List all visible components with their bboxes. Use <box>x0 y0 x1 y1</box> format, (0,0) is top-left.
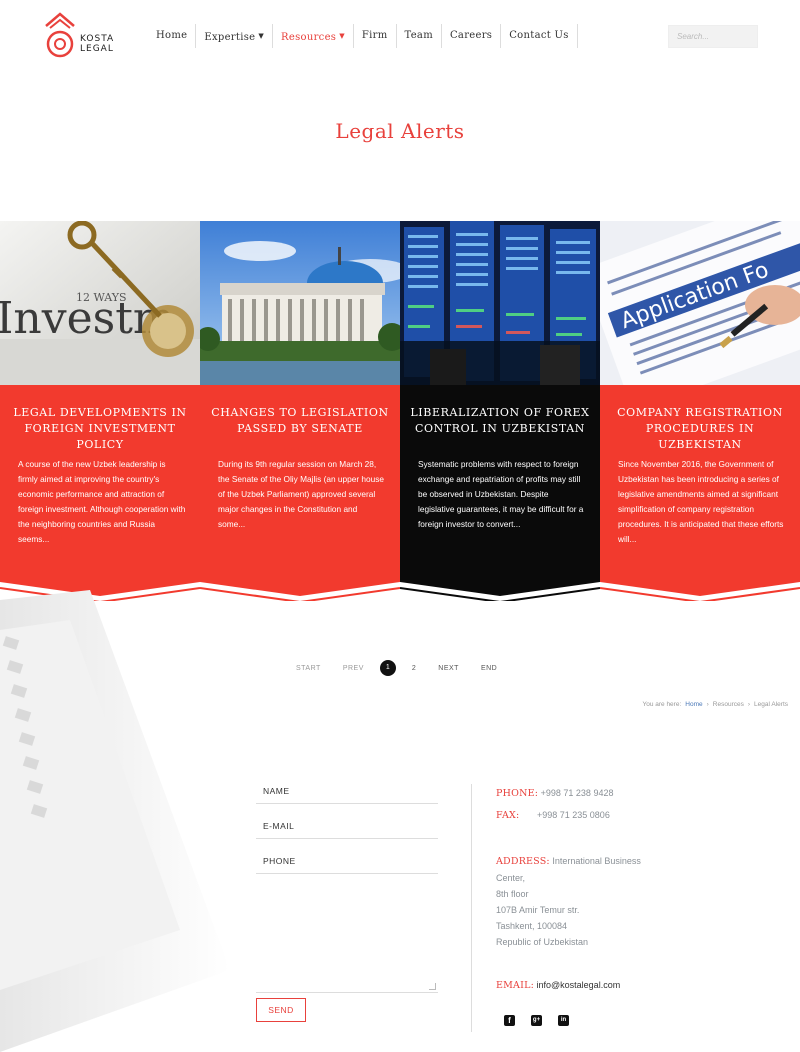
laptop-background-image <box>0 590 260 1052</box>
breadcrumb: You are here: Home › Resources › Legal A… <box>642 701 788 708</box>
card-title[interactable]: Company registration procedures in Uzbek… <box>610 405 790 453</box>
pagination-end[interactable]: End <box>481 665 497 672</box>
send-button[interactable]: Send <box>256 998 306 1022</box>
card-excerpt: Since November 2016, the Government of U… <box>618 459 784 544</box>
nav-contact-us[interactable]: Contact Us <box>501 24 578 48</box>
alert-card[interactable]: Liberalization of forex control in Uzbek… <box>400 221 600 601</box>
main-nav: Home Expertise ▼ Resources ▼ Firm Team Car… <box>148 24 578 48</box>
site-header: KOSTA LEGAL Home Expertise ▼ Resources ▼ F… <box>0 0 800 70</box>
email-field[interactable]: E-mail <box>256 813 438 839</box>
page-title: Legal Alerts <box>335 119 465 143</box>
address-line: Tashkent, 100084 <box>496 921 568 931</box>
vertical-divider <box>471 784 472 1032</box>
nav-team[interactable]: Team <box>397 24 442 48</box>
address-line: 8th floor <box>496 889 529 899</box>
phone-label: Phone: <box>496 788 539 799</box>
phone-number[interactable]: +998 71 238 9428 <box>541 788 614 798</box>
card-title[interactable]: Legal developments in foreign investment… <box>10 405 190 453</box>
card-excerpt: Systematic problems with respect to fore… <box>418 459 584 529</box>
name-field[interactable]: Name <box>256 778 438 804</box>
breadcrumb-home[interactable]: Home <box>685 701 702 708</box>
linkedin-icon[interactable]: in <box>558 1015 569 1026</box>
nav-home[interactable]: Home <box>148 24 197 48</box>
card-body: Company registration procedures in Uzbek… <box>600 385 800 601</box>
breadcrumb-separator: › <box>747 701 751 708</box>
breadcrumb-current: Legal Alerts <box>754 701 788 708</box>
fax-label: Fax: <box>496 810 520 821</box>
pagination-current-page[interactable]: 1 <box>379 660 396 676</box>
card-body: Legal developments in foreign investment… <box>0 385 200 601</box>
facebook-icon[interactable]: f <box>504 1015 515 1026</box>
card-excerpt: During its 9th regular session on March … <box>218 459 385 529</box>
pagination-next[interactable]: Next <box>438 665 459 672</box>
fax-row: Fax: +998 71 235 0806 <box>496 807 610 824</box>
social-links: f g+ in <box>504 1015 569 1026</box>
pagination-page-2[interactable]: 2 <box>412 665 416 672</box>
nav-careers[interactable]: Careers <box>442 24 502 48</box>
alert-card[interactable]: Investm 12 WAYS Legal developments in fo… <box>0 221 200 601</box>
phone-field[interactable]: Phone <box>256 848 438 874</box>
pagination-start[interactable]: Start <box>296 665 321 672</box>
address-line: 107B Amir Temur str. <box>496 905 580 915</box>
google-plus-icon[interactable]: g+ <box>531 1015 542 1026</box>
email-label: Email: <box>496 980 534 991</box>
email-row: Email: info@kostalegal.com <box>496 977 620 994</box>
breadcrumb-resources[interactable]: Resources <box>713 701 744 708</box>
chevron-down-icon: ▼ <box>339 32 345 40</box>
investment-key-image[interactable]: Investm 12 WAYS <box>0 221 200 385</box>
card-body: Changes to legislation passed by Senate … <box>200 385 400 601</box>
message-textarea[interactable] <box>256 883 438 993</box>
card-excerpt: A course of the new Uzbek leadership is … <box>18 459 186 544</box>
card-title[interactable]: Liberalization of forex control in Uzbek… <box>410 405 590 437</box>
logo-mark-icon <box>45 12 75 58</box>
pagination: Start Prev 1 2 Next End <box>296 658 519 678</box>
card-body: Liberalization of forex control in Uzbek… <box>400 385 600 601</box>
forex-board-image[interactable] <box>400 221 600 385</box>
application-form-image[interactable]: Application Fo <box>600 221 800 385</box>
phone-row: Phone: +998 71 238 9428 <box>496 785 613 802</box>
nav-expertise[interactable]: Expertise ▼ <box>196 24 274 48</box>
address-label: Address: <box>496 856 550 867</box>
logo[interactable]: KOSTA LEGAL <box>42 10 122 60</box>
pagination-prev[interactable]: Prev <box>343 665 364 672</box>
address-block: Address: International Business Center, … <box>496 853 646 950</box>
breadcrumb-prefix: You are here: <box>642 701 682 708</box>
chevron-down-icon: ▼ <box>258 32 265 40</box>
svg-text:12 WAYS: 12 WAYS <box>76 291 127 304</box>
alert-card[interactable]: Application Fo Company registration proc… <box>600 221 800 601</box>
alerts-grid: Investm 12 WAYS Legal developments in fo… <box>0 221 800 601</box>
contact-form: Name E-mail Phone <box>256 778 438 993</box>
logo-text: KOSTA LEGAL <box>80 34 115 54</box>
search-input[interactable]: Search... <box>668 25 758 48</box>
parliament-building-image[interactable] <box>200 221 400 385</box>
address-line: Republic of Uzbekistan <box>496 937 589 947</box>
alert-card[interactable]: Changes to legislation passed by Senate … <box>200 221 400 601</box>
card-title[interactable]: Changes to legislation passed by Senate <box>210 405 390 437</box>
email-address[interactable]: info@kostalegal.com <box>537 980 621 990</box>
breadcrumb-separator: › <box>706 701 709 708</box>
nav-resources[interactable]: Resources ▼ <box>273 24 354 48</box>
fax-number: +998 71 235 0806 <box>537 810 610 820</box>
nav-firm[interactable]: Firm <box>354 24 397 48</box>
